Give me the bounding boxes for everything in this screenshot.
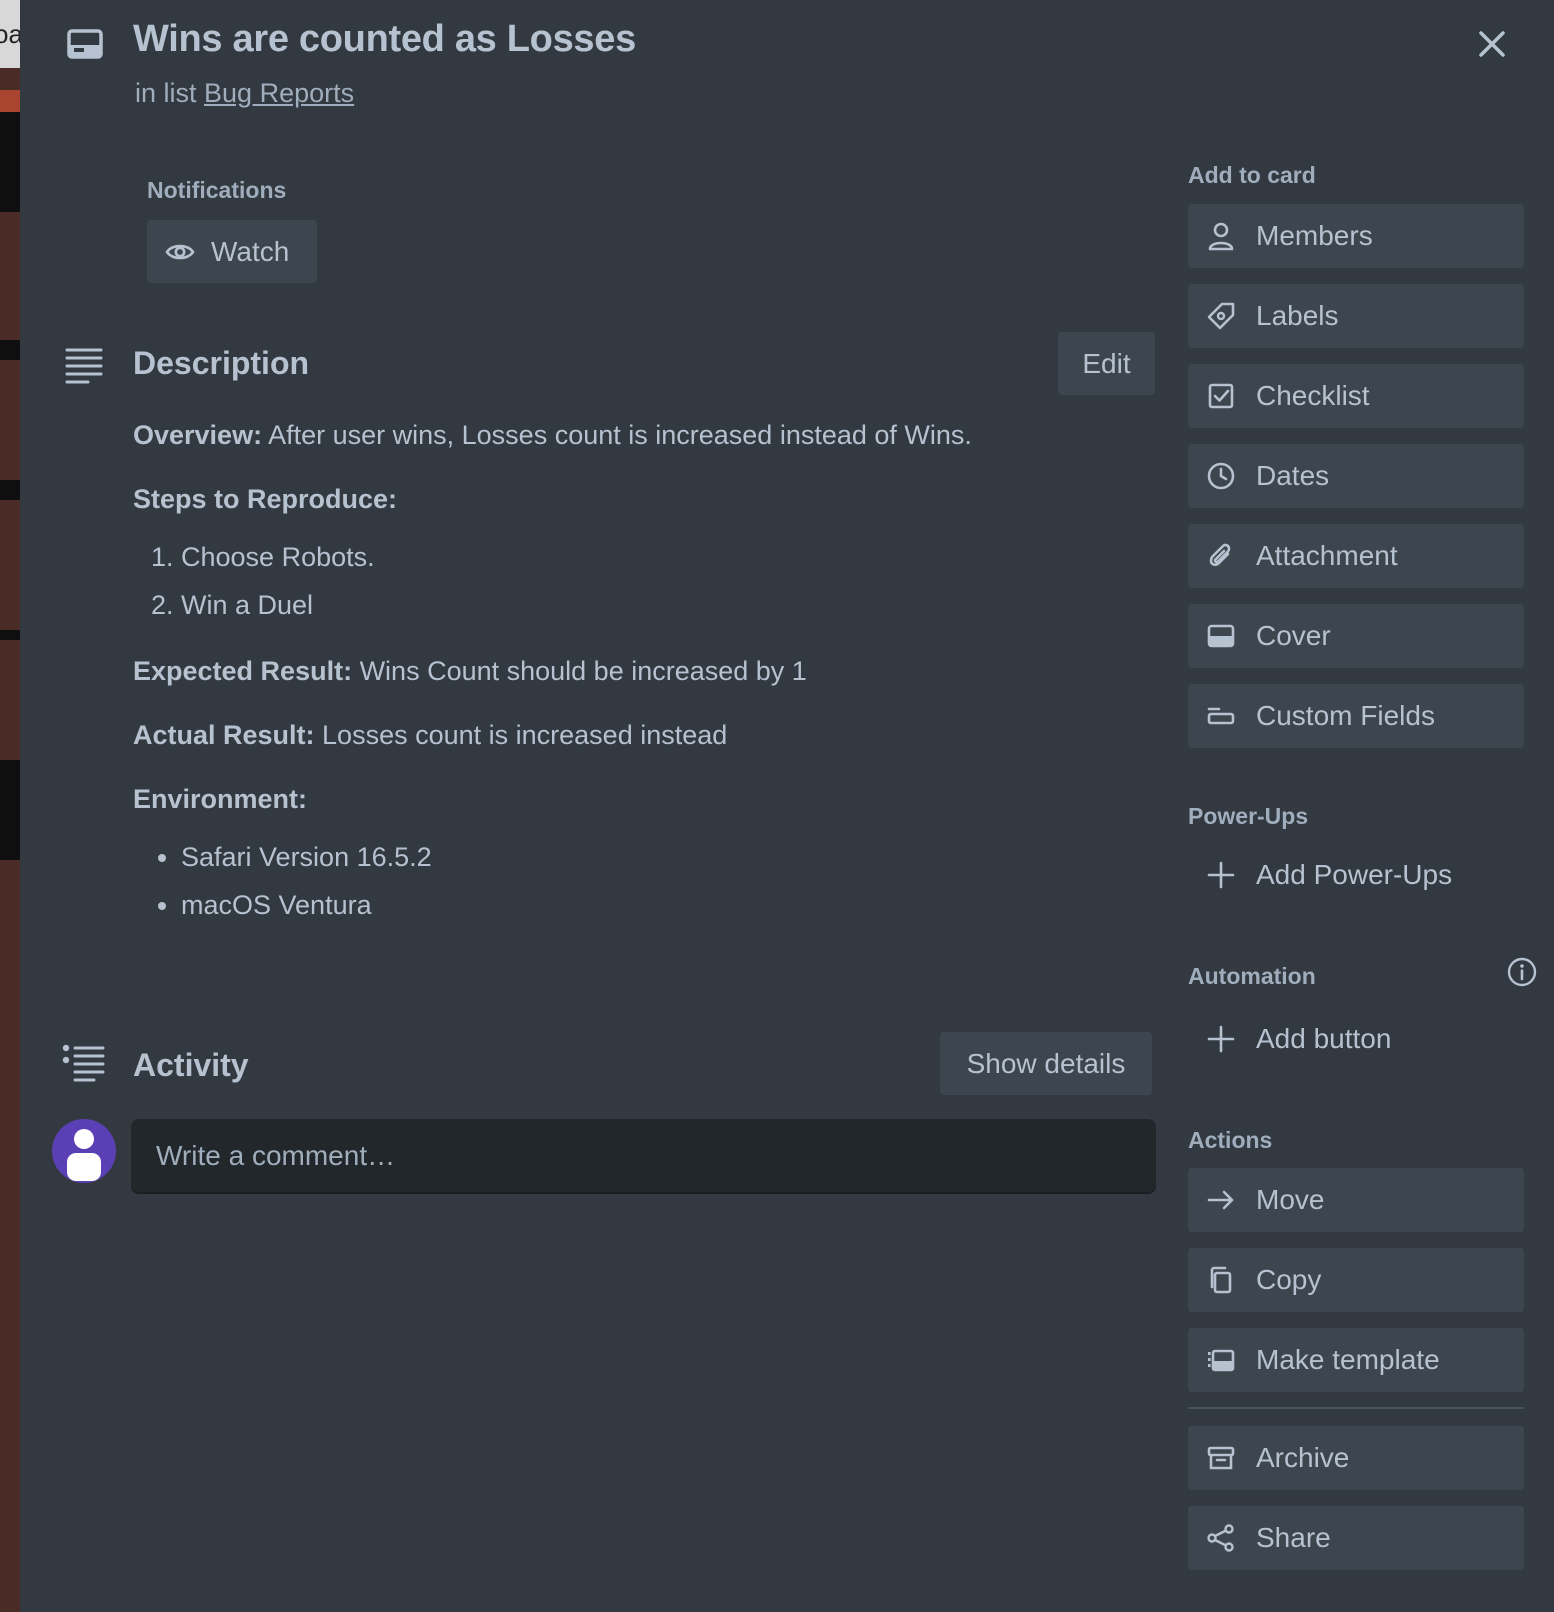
show-details-button[interactable]: Show details bbox=[940, 1032, 1152, 1095]
activity-heading: Activity bbox=[133, 1047, 249, 1083]
overview-paragraph: Overview: After user wins, Losses count … bbox=[133, 420, 972, 450]
archive-button[interactable]: Archive bbox=[1188, 1426, 1524, 1490]
add-powerups-button[interactable]: Add Power-Ups bbox=[1206, 859, 1452, 891]
description-heading: Description bbox=[133, 345, 310, 381]
steps-heading: Steps to Reproduce: bbox=[133, 484, 398, 514]
automation-label: Automation bbox=[1188, 963, 1316, 989]
eye-icon bbox=[165, 237, 195, 267]
attachment-button[interactable]: Attachment bbox=[1188, 524, 1524, 588]
list-item: Choose Robots. bbox=[181, 540, 1033, 574]
powerups-label: Power-Ups bbox=[1188, 803, 1309, 829]
dates-button[interactable]: Dates bbox=[1188, 444, 1524, 508]
make-template-button[interactable]: Make template bbox=[1188, 1328, 1524, 1392]
labels-button[interactable]: Labels bbox=[1188, 284, 1524, 348]
actions-label: Actions bbox=[1188, 1127, 1273, 1153]
list-item: Safari Version 16.5.2 bbox=[181, 840, 1033, 874]
card-title[interactable]: Wins are counted as Losses bbox=[133, 18, 636, 61]
activity-icon bbox=[62, 1042, 106, 1082]
actions-divider bbox=[1188, 1407, 1524, 1409]
list-link[interactable]: Bug Reports bbox=[204, 78, 354, 108]
steps-list: Choose Robots. Win a Duel bbox=[133, 540, 1033, 622]
copy-icon bbox=[1206, 1265, 1236, 1295]
plus-icon bbox=[1206, 1024, 1236, 1054]
actual-paragraph: Actual Result: Losses count is increased… bbox=[133, 720, 728, 750]
notifications-label: Notifications bbox=[147, 177, 287, 203]
board-background: oa bbox=[0, 0, 20, 1612]
tag-icon bbox=[1206, 301, 1236, 331]
add-automation-button[interactable]: Add button bbox=[1206, 1023, 1391, 1055]
comment-input[interactable]: Write a comment… bbox=[131, 1119, 1156, 1192]
cover-button[interactable]: Cover bbox=[1188, 604, 1524, 668]
list-item: macOS Ventura bbox=[181, 888, 1033, 922]
members-button[interactable]: Members bbox=[1188, 204, 1524, 268]
card-icon bbox=[66, 25, 104, 63]
board-tab-fragment: oa bbox=[0, 0, 20, 68]
share-button[interactable]: Share bbox=[1188, 1506, 1524, 1570]
share-icon bbox=[1206, 1523, 1236, 1553]
environment-heading: Environment: bbox=[133, 784, 308, 814]
comment-placeholder: Write a comment… bbox=[156, 1139, 396, 1171]
expected-paragraph: Expected Result: Wins Count should be in… bbox=[133, 656, 807, 686]
environment-list: Safari Version 16.5.2 macOS Ventura bbox=[133, 840, 1033, 922]
paperclip-icon bbox=[1206, 541, 1236, 571]
plus-icon bbox=[1206, 860, 1236, 890]
list-item: Win a Duel bbox=[181, 588, 1033, 622]
description-icon bbox=[64, 344, 104, 384]
move-button[interactable]: Move bbox=[1188, 1168, 1524, 1232]
add-to-card-label: Add to card bbox=[1188, 162, 1316, 188]
info-icon[interactable] bbox=[1506, 956, 1538, 988]
card-detail-modal: Wins are counted as Losses in list Bug R… bbox=[20, 0, 1554, 1612]
edit-description-button[interactable]: Edit bbox=[1058, 332, 1155, 395]
description-body[interactable]: Overview: After user wins, Losses count … bbox=[133, 418, 1033, 954]
copy-button[interactable]: Copy bbox=[1188, 1248, 1524, 1312]
list-breadcrumb: in list Bug Reports bbox=[135, 78, 355, 108]
arrow-right-icon bbox=[1206, 1185, 1236, 1215]
clock-icon bbox=[1206, 461, 1236, 491]
custom-fields-button[interactable]: Custom Fields bbox=[1188, 684, 1524, 748]
checklist-button[interactable]: Checklist bbox=[1188, 364, 1524, 428]
template-icon bbox=[1206, 1345, 1236, 1375]
fields-icon bbox=[1206, 701, 1236, 731]
checkbox-icon bbox=[1206, 381, 1236, 411]
avatar[interactable] bbox=[52, 1119, 116, 1183]
person-icon bbox=[1206, 221, 1236, 251]
watch-button[interactable]: Watch bbox=[147, 220, 317, 283]
watch-label: Watch bbox=[211, 235, 290, 267]
cover-icon bbox=[1206, 621, 1236, 651]
close-icon[interactable] bbox=[1470, 22, 1514, 66]
archive-icon bbox=[1206, 1443, 1236, 1473]
